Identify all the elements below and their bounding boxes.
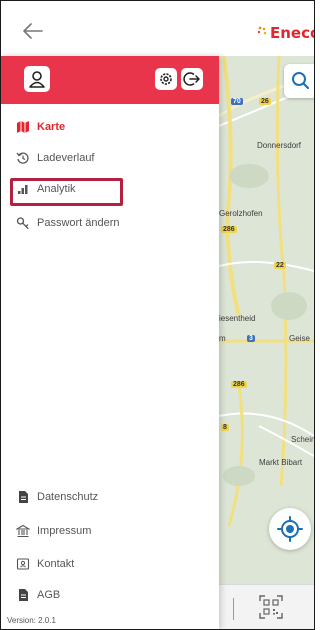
menu-item-label: AGB [37, 589, 61, 601]
map-place-label: Gerolzhofen [219, 209, 263, 218]
map-place-label: Markt Bibart [259, 458, 303, 467]
app-frame: Eneco 70 26 286 22 3 286 8 Donnersdorf G… [0, 0, 315, 630]
crosshair-icon [277, 516, 303, 542]
menu-item-agb[interactable]: AGB [15, 584, 60, 606]
road-badge: 22 [274, 262, 286, 269]
brand-logo: Eneco [256, 21, 314, 45]
settings-button[interactable] [155, 68, 177, 90]
drawer-header [1, 56, 219, 104]
map-place-label: m [219, 334, 226, 343]
menu-item-ladeverlauf[interactable]: Ladeverlauf [15, 147, 95, 169]
map-view[interactable]: 70 26 286 22 3 286 8 Donnersdorf Gerolzh… [219, 56, 314, 601]
menu-item-impressum[interactable]: Impressum [15, 520, 91, 542]
logout-icon [183, 72, 200, 86]
menu-item-passwort[interactable]: Passwort ändern [15, 212, 120, 234]
user-icon [29, 71, 45, 88]
navigation-drawer: Karte Ladeverlauf Analytik Passwort ände… [1, 56, 219, 629]
map-search-button[interactable] [284, 64, 314, 98]
brand-name: Eneco [270, 24, 314, 42]
app-version: Version: 2.0.1 [7, 616, 56, 625]
menu-item-kontakt[interactable]: Kontakt [15, 553, 74, 575]
divider [233, 598, 234, 620]
history-icon [15, 150, 31, 166]
search-icon [292, 72, 310, 90]
road-badge: 3 [247, 335, 255, 342]
highlight-box [10, 178, 123, 206]
qr-code-icon[interactable] [259, 595, 283, 619]
profile-button[interactable] [24, 66, 50, 92]
map-icon [15, 119, 31, 135]
key-icon [15, 215, 31, 231]
building-icon [15, 523, 31, 539]
gear-icon [160, 73, 172, 85]
road-badge: 26 [259, 98, 271, 105]
road-badge: 8 [221, 424, 229, 431]
menu-item-label: Impressum [37, 525, 92, 537]
logout-button[interactable] [181, 68, 203, 90]
document-icon [15, 489, 31, 505]
menu-item-label: Datenschutz [37, 491, 99, 503]
menu-item-label: Karte [37, 121, 66, 133]
road-badge: 286 [231, 381, 247, 388]
menu-item-label: Ladeverlauf [37, 152, 95, 164]
top-app-bar: Eneco [1, 1, 314, 56]
road-badge: 70 [231, 98, 243, 105]
document-icon [15, 587, 31, 603]
map-place-label: Schein [291, 435, 314, 444]
menu-item-datenschutz[interactable]: Datenschutz [15, 486, 98, 508]
map-place-label: Donnersdorf [257, 141, 302, 150]
contact-card-icon [15, 556, 31, 572]
menu-item-label: Passwort ändern [37, 217, 120, 229]
locate-me-button[interactable] [269, 508, 311, 550]
road-badge: 286 [221, 226, 237, 233]
map-place-label: iesentheid [219, 314, 256, 323]
brand-spark-icon [257, 26, 267, 35]
bottom-bar [219, 584, 314, 629]
map-place-label: Geise [289, 334, 310, 343]
menu-item-karte[interactable]: Karte [15, 116, 65, 138]
back-arrow-icon[interactable] [23, 23, 43, 39]
menu-item-label: Kontakt [37, 558, 75, 570]
